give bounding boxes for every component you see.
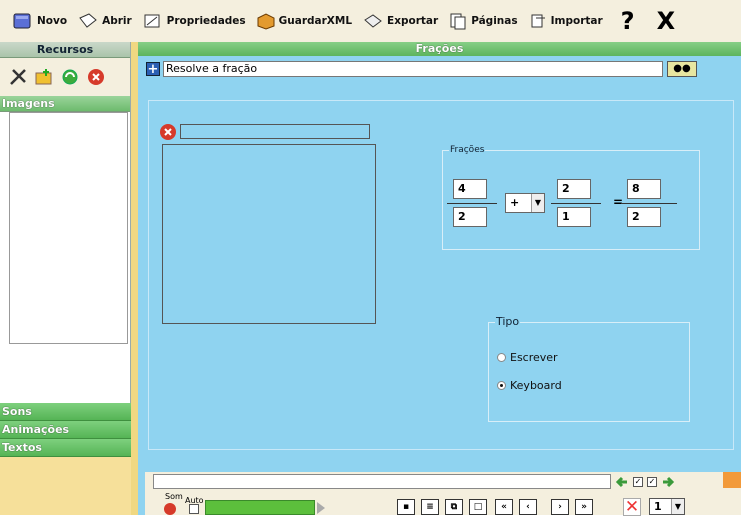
operator-select[interactable]: + ▼ (505, 193, 545, 213)
export-button[interactable]: Exportar (362, 7, 438, 35)
chevron-down-icon: ▼ (671, 499, 684, 514)
auto-checkbox[interactable] (189, 504, 199, 514)
type-legend: Tipo (495, 315, 521, 328)
properties-button[interactable]: Propriedades (142, 7, 246, 35)
add-folder-icon[interactable] (34, 67, 54, 87)
close-button[interactable]: X (657, 7, 676, 35)
next-page-icon[interactable]: › (551, 499, 569, 515)
arrow-left-icon[interactable] (615, 476, 629, 488)
save-xml-button[interactable]: GuardarXML (256, 7, 352, 35)
radio-escrever[interactable]: Escrever (497, 351, 558, 364)
resources-tools (0, 58, 130, 96)
editor-area: Frações + Resolve a fração ●● Frações 4 … (131, 42, 741, 516)
radio-keyboard-label: Keyboard (510, 379, 562, 392)
equals-sign: = (613, 195, 624, 209)
resources-header: Recursos (0, 42, 130, 58)
radio-keyboard[interactable]: Keyboard (497, 379, 562, 392)
export-label: Exportar (387, 15, 439, 27)
properties-icon (144, 14, 160, 28)
checkbox-left[interactable]: ✓ (633, 476, 643, 487)
export-icon (364, 14, 382, 28)
radio-escrever-label: Escrever (510, 351, 558, 364)
last-page-icon[interactable]: » (575, 499, 593, 515)
arrow-right-icon[interactable] (661, 476, 675, 488)
book-icon (13, 13, 31, 29)
result-bar (621, 203, 677, 204)
pages-button[interactable]: Páginas (448, 7, 518, 35)
page-nav-checks: ✓ ✓ (615, 474, 720, 489)
box-icon (257, 13, 275, 30)
fraction-a-denominator[interactable]: 2 (453, 207, 487, 227)
fraction-a-numerator[interactable]: 4 (453, 179, 487, 199)
resources-panel: Recursos Imagens Sons Animações Textos (0, 42, 131, 515)
radio-circle (497, 353, 506, 362)
prompt-row: + Resolve a fração ●● (146, 60, 741, 77)
help-button[interactable]: ? (621, 7, 635, 35)
new-button[interactable]: Novo (12, 7, 67, 35)
pages-icon (450, 13, 466, 30)
texts-section[interactable]: Textos (0, 439, 131, 457)
play-icon[interactable] (317, 502, 325, 514)
orange-tab (723, 472, 741, 488)
sound-bar[interactable] (205, 500, 315, 515)
fraction-b-bar (551, 203, 601, 204)
fraction-b-denominator[interactable]: 1 (557, 207, 591, 227)
fractions-legend: Frações (449, 145, 486, 155)
pages-label: Páginas (471, 15, 518, 27)
delete-icon[interactable] (86, 67, 106, 87)
radio-circle-selected (497, 381, 506, 390)
animations-section[interactable]: Animações (0, 421, 131, 439)
delete-sound-icon[interactable] (163, 502, 177, 515)
chevron-down-icon: ▼ (531, 194, 544, 212)
main-toolbar: Novo Abrir Propriedades GuardarXML Expor… (0, 0, 741, 42)
import-label: Importar (550, 15, 603, 27)
sound-label: Som (165, 492, 183, 501)
open-label: Abrir (102, 15, 132, 27)
fraction-a-bar (447, 203, 497, 204)
fractions-group: Frações 4 2 + ▼ 2 1 = 8 2 (442, 145, 700, 250)
open-button[interactable]: Abrir (77, 7, 132, 35)
properties-label: Propriedades (166, 15, 246, 27)
operator-value: + (510, 196, 520, 209)
page-select[interactable]: 1 ▼ (649, 498, 685, 515)
new-page-icon[interactable]: □ (469, 499, 487, 515)
copy-page-icon[interactable]: ⧉ (445, 499, 463, 515)
tools-icon[interactable] (8, 67, 28, 87)
sounds-section[interactable]: Sons (0, 403, 131, 421)
page-title: Frações (138, 42, 741, 56)
result-denominator[interactable]: 2 (627, 207, 661, 227)
delete-page-icon[interactable]: ✕ (623, 498, 641, 516)
save-icon[interactable]: ▪ (397, 499, 415, 515)
image-placeholder[interactable] (162, 144, 376, 324)
images-section[interactable]: Imagens (0, 96, 130, 112)
delete-image-icon[interactable] (158, 122, 178, 142)
prompt-input[interactable]: Resolve a fração (163, 60, 663, 77)
result-numerator[interactable]: 8 (627, 179, 661, 199)
import-icon (531, 14, 545, 28)
first-page-icon[interactable]: « (495, 499, 513, 515)
prev-page-icon[interactable]: ‹ (519, 499, 537, 515)
resource-sections: Sons Animações Textos (0, 403, 131, 515)
list-icon[interactable]: ≡ (421, 499, 439, 515)
progress-field[interactable] (153, 474, 611, 489)
preview-eyes-button[interactable]: ●● (667, 60, 697, 77)
new-label: Novo (37, 15, 68, 27)
bottom-bar: ✓ ✓ Som Auto ▪ ≡ ⧉ □ « ‹ › » ✕ 1 ▼ (145, 472, 741, 516)
page-value: 1 (654, 500, 662, 513)
import-button[interactable]: Importar (528, 7, 603, 35)
save-xml-label: GuardarXML (278, 15, 353, 27)
checkbox-right[interactable]: ✓ (647, 476, 657, 487)
add-button[interactable]: + (146, 61, 160, 76)
type-group: Tipo Escrever Keyboard (488, 315, 690, 422)
fraction-b-numerator[interactable]: 2 (557, 179, 591, 199)
open-folder-icon (79, 13, 97, 28)
image-title-input[interactable] (180, 124, 370, 139)
refresh-icon[interactable] (60, 67, 80, 87)
images-list[interactable] (9, 112, 128, 344)
